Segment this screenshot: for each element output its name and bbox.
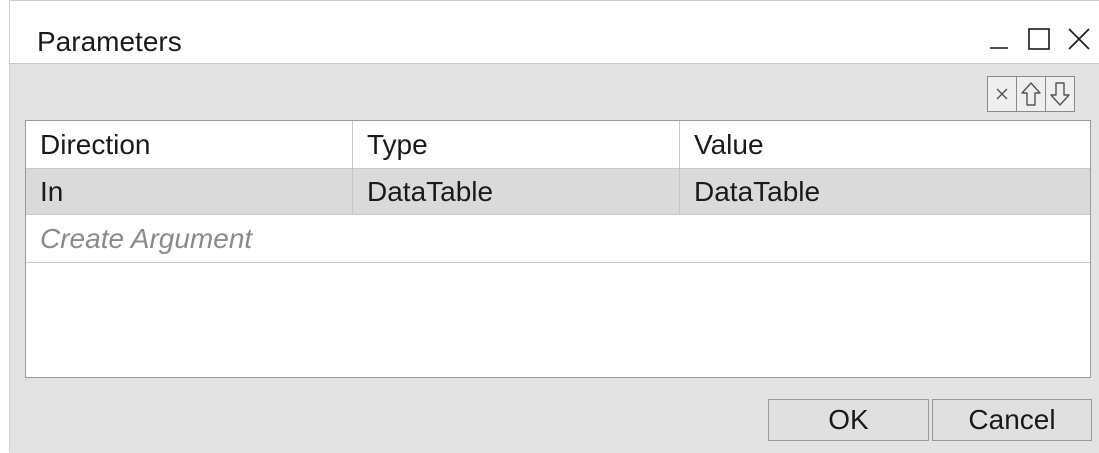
maximize-button[interactable] (1019, 17, 1059, 61)
move-down-button[interactable] (1046, 77, 1074, 111)
create-argument-row[interactable]: Create Argument (26, 215, 1090, 263)
grid-header: Direction Type Value (26, 121, 1090, 169)
dialog-title: Parameters (37, 26, 182, 57)
type-cell[interactable]: DataTable (353, 169, 680, 214)
delete-icon (996, 88, 1008, 100)
parameters-dialog: Parameters Direction Type Value In DataT… (9, 0, 1099, 453)
window-controls (979, 17, 1099, 61)
close-button[interactable] (1059, 17, 1099, 61)
minimize-icon (990, 47, 1008, 49)
column-header-type[interactable]: Type (353, 121, 680, 168)
move-up-button[interactable] (1017, 77, 1046, 111)
value-cell[interactable]: DataTable (680, 169, 1090, 214)
move-up-icon (1021, 82, 1041, 106)
dialog-body: Direction Type Value In DataTable DataTa… (10, 63, 1099, 453)
move-down-icon (1050, 82, 1070, 106)
title-bar: Parameters (10, 1, 1099, 63)
minimize-button[interactable] (979, 17, 1019, 61)
arguments-grid: Direction Type Value In DataTable DataTa… (25, 120, 1091, 378)
table-row[interactable]: In DataTable DataTable (26, 169, 1090, 215)
cancel-button[interactable]: Cancel (932, 399, 1092, 441)
delete-argument-button[interactable] (988, 77, 1017, 111)
ok-button[interactable]: OK (768, 399, 929, 441)
create-argument-placeholder[interactable]: Create Argument (26, 215, 252, 262)
column-header-value[interactable]: Value (680, 121, 1090, 168)
argument-toolbar (987, 76, 1075, 112)
maximize-icon (1028, 28, 1050, 50)
direction-cell[interactable]: In (26, 169, 353, 214)
column-header-direction[interactable]: Direction (26, 121, 353, 168)
close-icon (1068, 28, 1090, 50)
